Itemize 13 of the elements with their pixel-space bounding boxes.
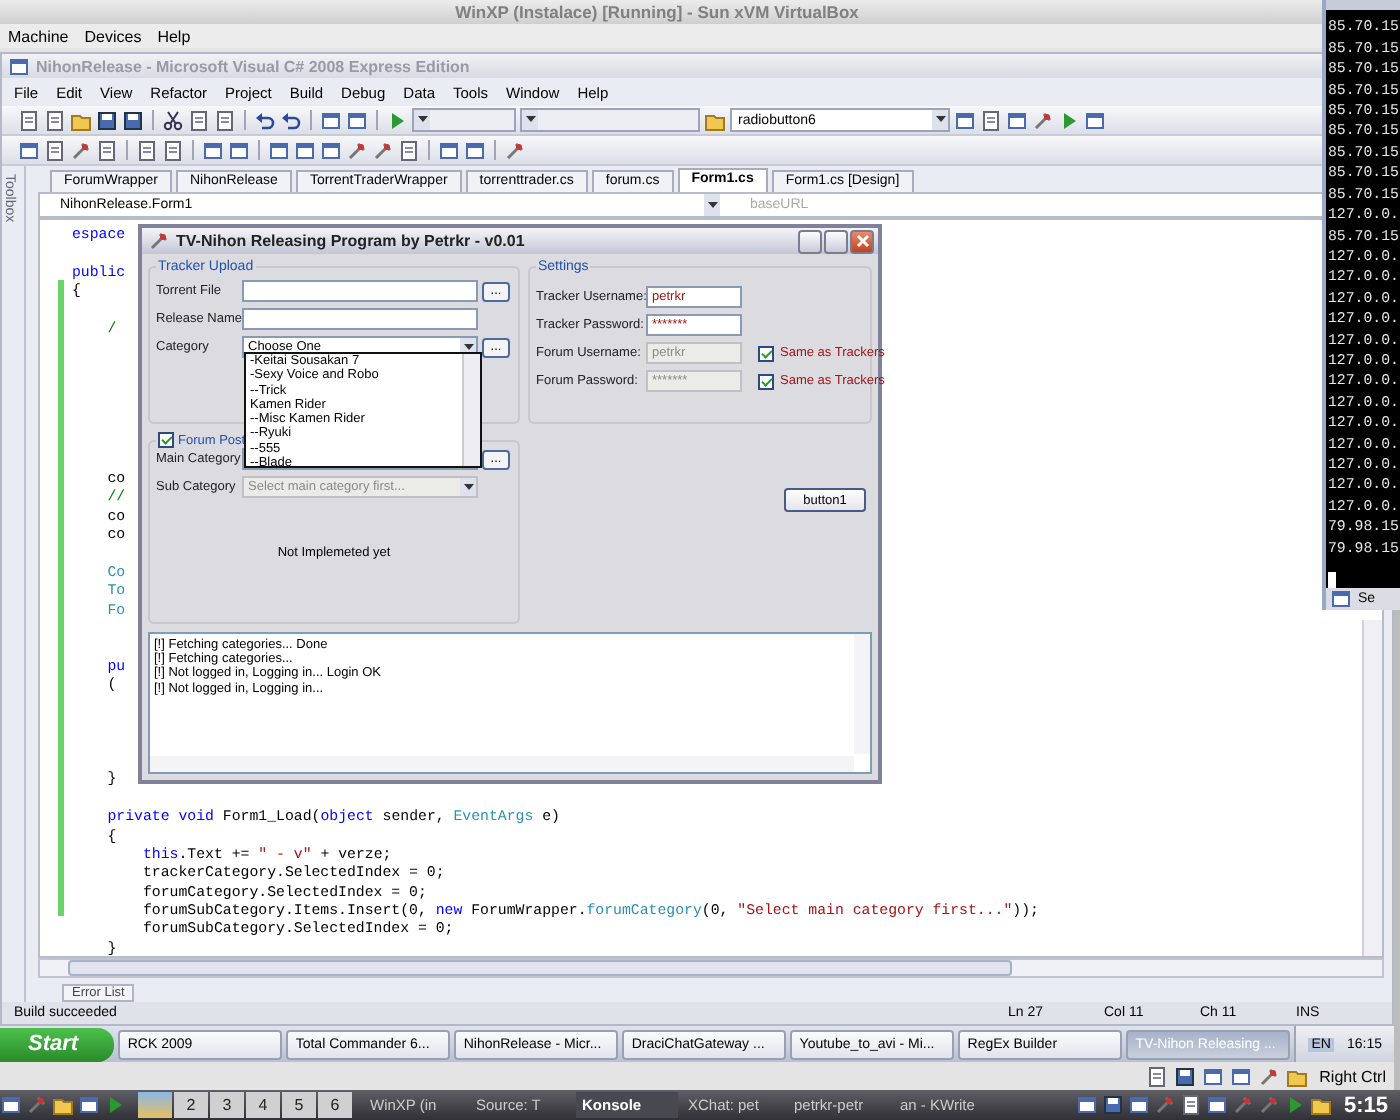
host-key-label: Right Ctrl <box>1319 1067 1386 1085</box>
window-title: TV-Nihon Releasing Program by Petrkr - v0.01 <box>176 232 527 250</box>
desktop-cell[interactable]: 2 <box>174 1092 208 1118</box>
desktop-cell[interactable]: 6 <box>318 1092 352 1118</box>
menu-item[interactable]: Help <box>157 27 191 45</box>
desktop-cell[interactable]: 5 <box>282 1092 316 1118</box>
menu-item[interactable]: Machine <box>8 27 69 45</box>
menu-item[interactable]: Devices <box>84 27 142 45</box>
window-title: NihonRelease - Microsoft Visual C# 2008 Express Edition <box>36 57 470 75</box>
clock: 5:15 <box>1341 1093 1390 1117</box>
desktop-pager[interactable]: 2 3 4 5 6 <box>138 1092 352 1118</box>
desktop-cell[interactable]: 3 <box>210 1092 244 1118</box>
desktop-cell[interactable]: 4 <box>246 1092 280 1118</box>
